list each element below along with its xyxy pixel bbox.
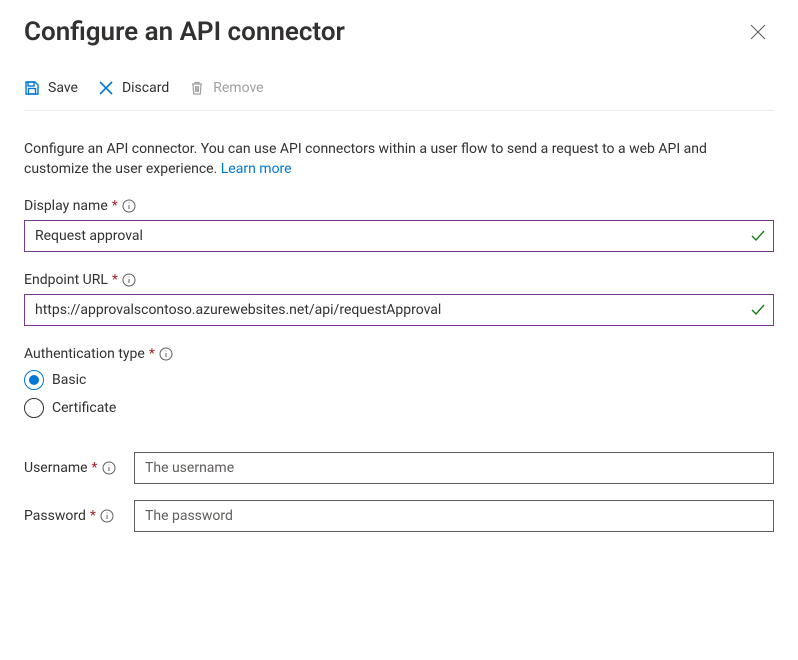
endpoint-input-wrap (24, 294, 774, 326)
required-star: * (92, 460, 98, 476)
info-icon[interactable] (100, 509, 114, 523)
endpoint-label-row: Endpoint URL * (24, 272, 774, 288)
header-row: Configure an API connector (24, 16, 774, 48)
info-icon[interactable] (159, 347, 173, 361)
endpoint-group: Endpoint URL * (24, 272, 774, 326)
learn-more-link[interactable]: Learn more (221, 161, 292, 177)
info-icon[interactable] (122, 273, 136, 287)
radio-circle-icon (24, 370, 44, 390)
trash-icon (189, 80, 205, 96)
description-body: Configure an API connector. You can use … (24, 141, 707, 177)
required-star: * (90, 508, 96, 524)
api-connector-panel: Configure an API connector Save (0, 0, 798, 572)
endpoint-input[interactable] (24, 294, 774, 326)
password-label: Password (24, 508, 86, 524)
info-icon[interactable] (102, 461, 116, 475)
save-icon (24, 80, 40, 96)
discard-label: Discard (122, 80, 169, 96)
required-star: * (112, 198, 118, 214)
auth-type-group: Authentication type * Basic Certificate (24, 346, 774, 418)
close-button[interactable] (742, 16, 774, 48)
description-text: Configure an API connector. You can use … (24, 139, 774, 180)
check-icon (750, 302, 766, 318)
radio-certificate[interactable]: Certificate (24, 398, 774, 418)
required-star: * (149, 346, 155, 362)
info-icon[interactable] (122, 199, 136, 213)
username-input-wrap (134, 452, 774, 484)
password-input[interactable] (134, 500, 774, 532)
discard-icon (98, 80, 114, 96)
username-input[interactable] (134, 452, 774, 484)
username-label: Username (24, 460, 88, 476)
display-name-group: Display name * (24, 198, 774, 252)
password-label-row: Password * (24, 508, 120, 524)
save-button[interactable]: Save (24, 78, 78, 98)
password-group: Password * (24, 500, 774, 532)
save-label: Save (48, 80, 78, 96)
discard-button[interactable]: Discard (98, 78, 169, 98)
auth-type-radio-group: Basic Certificate (24, 370, 774, 418)
radio-basic-label: Basic (52, 372, 86, 388)
auth-type-label: Authentication type (24, 346, 145, 362)
remove-label: Remove (213, 80, 263, 96)
display-name-label-row: Display name * (24, 198, 774, 214)
radio-certificate-label: Certificate (52, 400, 116, 416)
radio-circle-icon (24, 398, 44, 418)
required-star: * (112, 272, 118, 288)
remove-button: Remove (189, 78, 263, 98)
page-title: Configure an API connector (24, 17, 345, 47)
display-name-input-wrap (24, 220, 774, 252)
check-icon (750, 228, 766, 244)
username-label-row: Username * (24, 460, 120, 476)
endpoint-label: Endpoint URL (24, 272, 108, 288)
display-name-label: Display name (24, 198, 108, 214)
password-input-wrap (134, 500, 774, 532)
toolbar: Save Discard Rem (24, 66, 774, 111)
close-icon (750, 24, 766, 40)
auth-type-label-row: Authentication type * (24, 346, 774, 362)
username-group: Username * (24, 452, 774, 484)
radio-basic[interactable]: Basic (24, 370, 774, 390)
display-name-input[interactable] (24, 220, 774, 252)
